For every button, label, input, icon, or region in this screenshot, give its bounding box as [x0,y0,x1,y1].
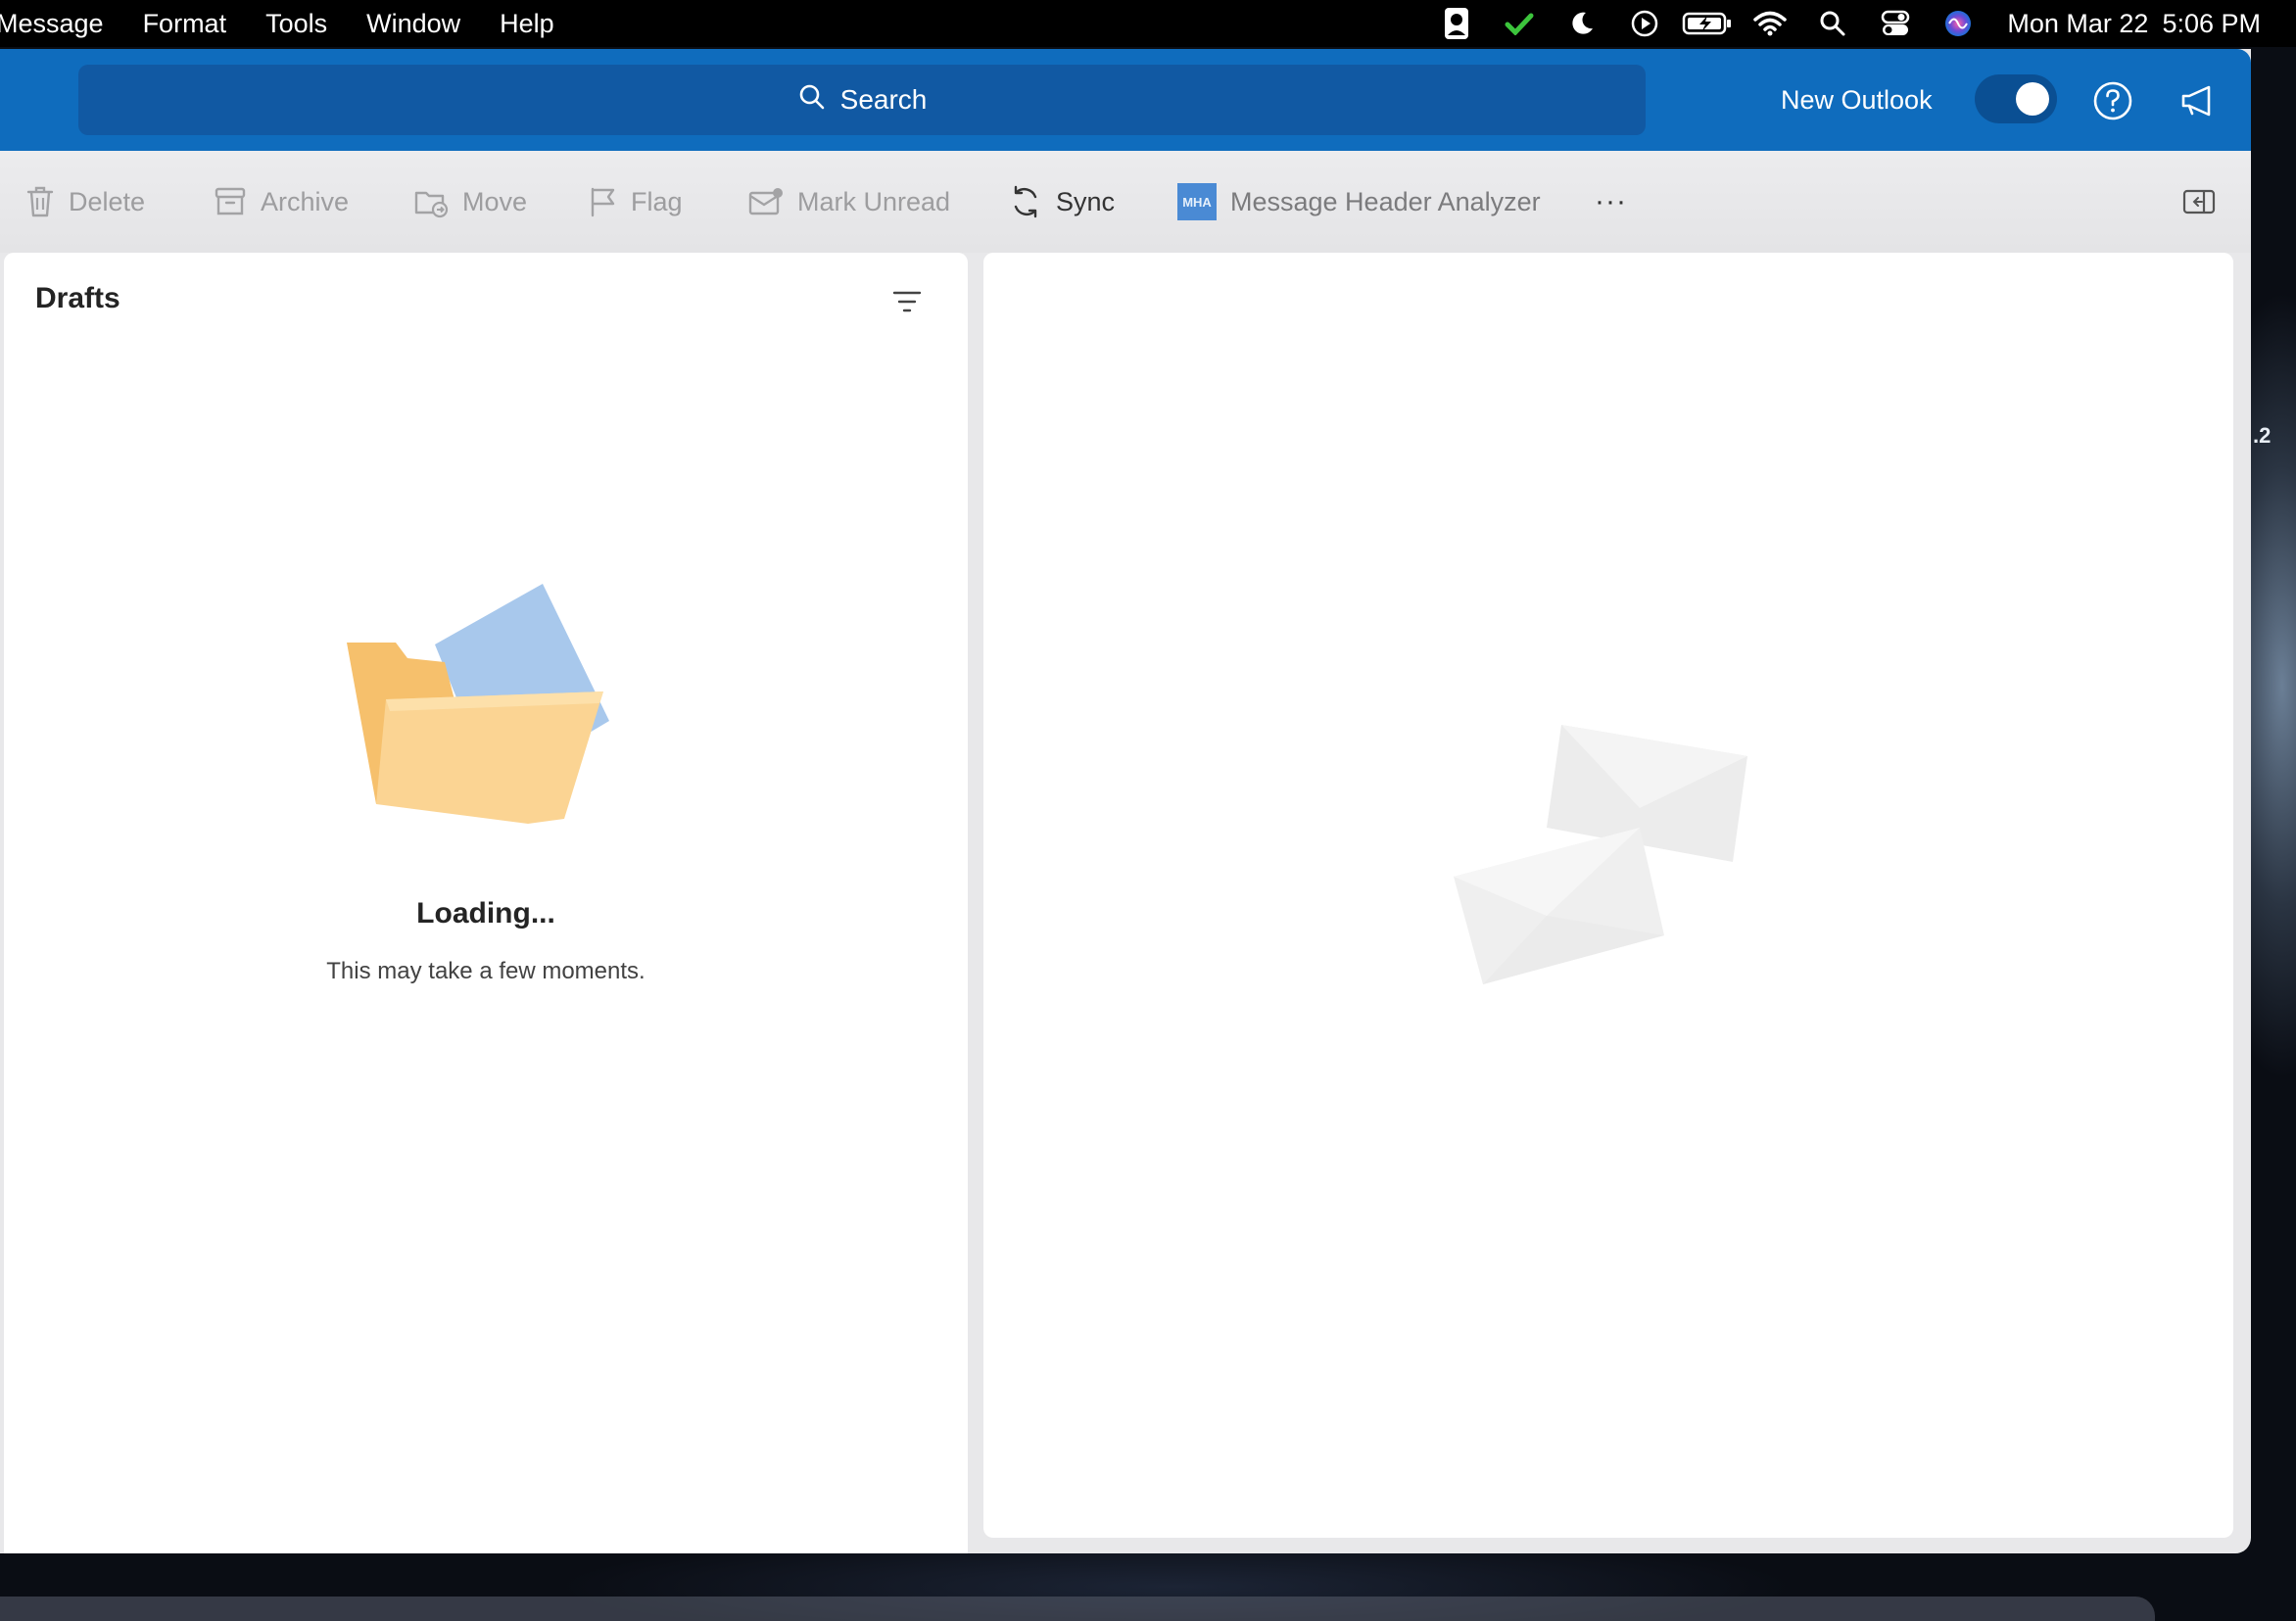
search-label: Search [839,84,928,115]
wifi-icon[interactable] [1739,0,1801,47]
sync-label: Sync [1056,186,1116,216]
toolbar: Delete Archive Move Flag Mark Unread Syn… [0,151,2251,253]
control-center-icon[interactable] [1864,0,1927,47]
siri-icon[interactable] [1927,0,1989,47]
menu-message[interactable]: Message [0,0,123,47]
megaphone-icon [2181,85,2211,117]
menu-clock[interactable]: Mon Mar 22 5:06 PM [2007,9,2261,39]
loading-title: Loading... [416,897,555,930]
loading-subtitle: This may take a few moments. [326,958,646,984]
moon-icon[interactable] [1551,0,1613,47]
search-box[interactable]: Search [78,65,1646,135]
menu-bar: Message Format Tools Window Help Mon Mar… [0,0,2296,47]
delete-label: Delete [69,186,146,216]
filter-icon [892,291,922,312]
message-list-pane: Drafts Loading... This may take a few mo… [4,253,968,1553]
flag-label: Flag [631,186,683,216]
dock [0,1597,2155,1621]
archive-button[interactable]: Archive [214,178,349,225]
reading-pane [983,253,2233,1538]
new-outlook-toggle[interactable] [1975,74,2057,123]
toggle-knob [2016,82,2049,116]
panel-collapse-icon [2182,188,2216,215]
archive-label: Archive [261,186,350,216]
menu-tools[interactable]: Tools [246,0,347,47]
delete-button[interactable]: Delete [25,178,145,225]
trash-icon [25,185,55,218]
mark-unread-button[interactable]: Mark Unread [748,178,950,225]
sync-button[interactable]: Sync [1009,178,1115,225]
privacy-user-icon[interactable] [1425,0,1488,47]
play-icon[interactable] [1613,0,1676,47]
help-button[interactable] [2090,78,2135,123]
outlook-window: Search New Outlook Delete Archive Move F… [0,49,2251,1553]
new-outlook-label: New Outlook [1781,84,1933,115]
reading-pane-toggle-button[interactable] [2182,178,2216,225]
title-bar: Search New Outlook [0,49,2251,151]
mail-unread-icon [748,187,784,216]
menu-format[interactable]: Format [123,0,247,47]
flag-icon [588,185,617,218]
more-actions-button[interactable]: ··· [1595,178,1627,225]
archive-icon [214,185,247,218]
clock-date: Mon Mar 22 [2007,8,2149,38]
empty-folder-illustration [347,584,621,873]
battery-charging-icon[interactable] [1676,0,1739,47]
envelopes-illustration [1454,725,1767,1024]
spotlight-search-icon[interactable] [1801,0,1864,47]
mark-unread-label: Mark Unread [797,186,951,216]
search-icon [797,82,827,119]
move-button[interactable]: Move [413,178,527,225]
checkmark-icon[interactable] [1488,0,1551,47]
move-folder-icon [413,185,449,218]
menu-help[interactable]: Help [480,0,574,47]
filter-button[interactable] [887,282,927,321]
desktop-edge-text: .2 [2253,423,2272,448]
clock-time: 5:06 PM [2162,8,2261,38]
flag-button[interactable]: Flag [588,178,683,225]
move-label: Move [462,186,528,216]
mha-addin-icon: MHA [1177,183,1217,220]
message-header-analyzer-label: Message Header Analyzer [1230,186,1541,216]
feedback-button[interactable] [2176,78,2222,123]
sync-icon [1009,184,1042,219]
help-icon [2093,81,2132,120]
menu-window[interactable]: Window [347,0,480,47]
folder-title: Drafts [35,282,120,314]
message-header-analyzer-button[interactable]: MHA Message Header Analyzer [1177,178,1541,225]
